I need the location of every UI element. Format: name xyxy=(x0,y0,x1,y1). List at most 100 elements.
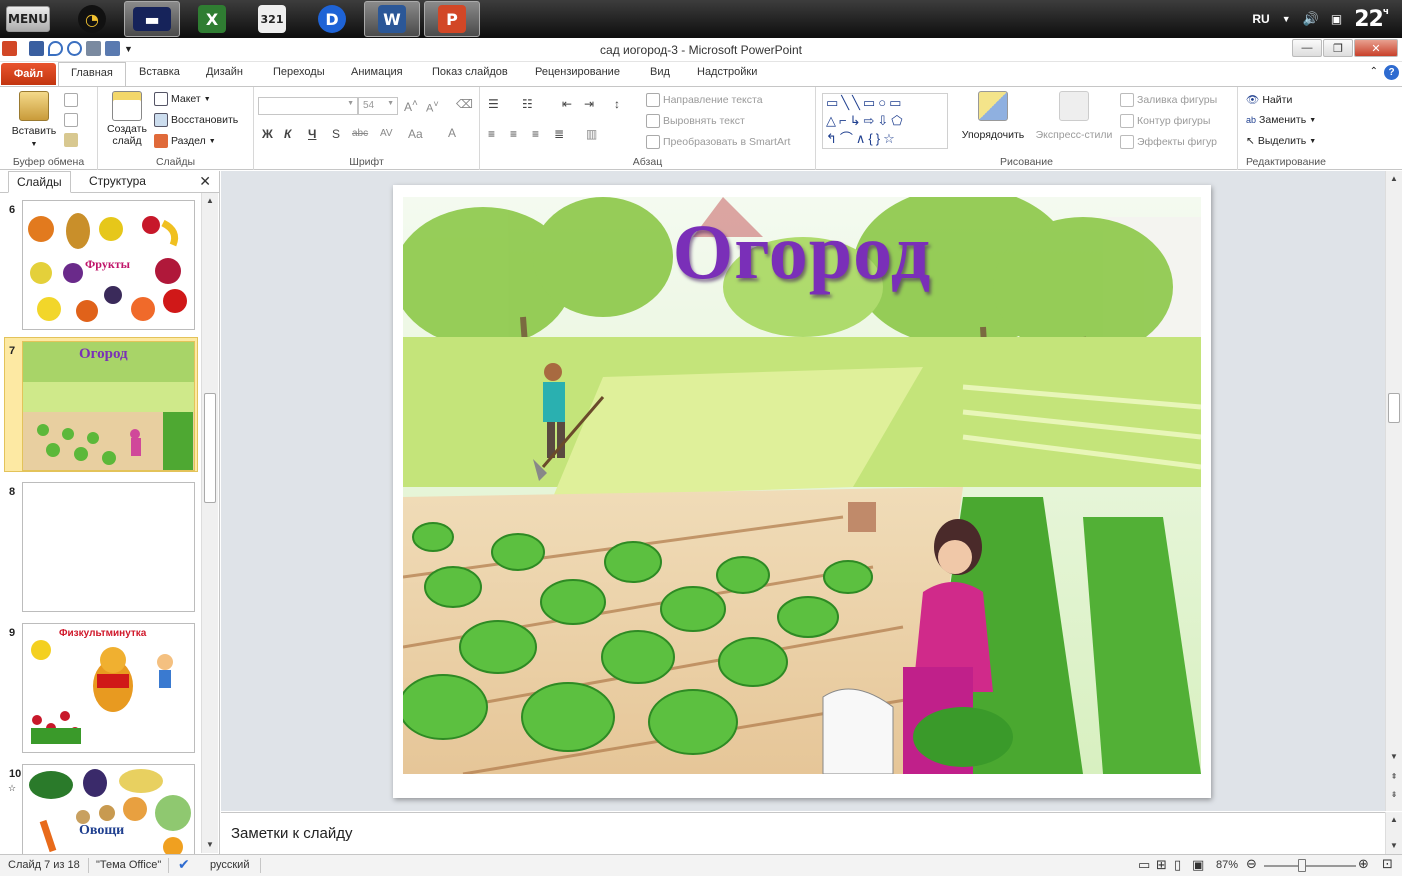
volume-icon[interactable]: 🔊 xyxy=(1303,11,1319,27)
slide-sorter-icon[interactable]: ⊞ xyxy=(1156,857,1167,873)
scroll-up-icon[interactable]: ▲ xyxy=(1386,812,1402,828)
slide-thumbnail-6[interactable]: Фрукты xyxy=(22,200,195,330)
help-icon[interactable]: ? xyxy=(1384,65,1399,80)
tab-slideshow[interactable]: Показ слайдов xyxy=(432,66,508,78)
numbering-icon[interactable]: ☷ xyxy=(522,97,533,111)
shadow-button[interactable]: S xyxy=(332,127,340,141)
text-direction-button[interactable]: Направление текста xyxy=(646,93,763,107)
scroll-down-icon[interactable]: ▼ xyxy=(202,837,218,853)
current-slide[interactable]: Огород xyxy=(393,185,1211,798)
grow-font-icon[interactable]: A˄ xyxy=(404,98,418,114)
canvas-scrollbar[interactable]: ▲ ▼ ⇞ ⇟ xyxy=(1385,171,1402,811)
taskbar-app-word[interactable]: W xyxy=(364,1,420,37)
tab-home[interactable]: Главная xyxy=(58,62,126,87)
shrink-font-icon[interactable]: A˅ xyxy=(426,99,439,115)
restore-button[interactable]: ❐ xyxy=(1323,39,1353,57)
scroll-up-icon[interactable]: ▲ xyxy=(1386,171,1402,187)
next-slide-icon[interactable]: ⇟ xyxy=(1386,787,1402,803)
notes-scrollbar[interactable]: ▲ ▼ xyxy=(1385,812,1402,854)
language-indicator[interactable]: RU xyxy=(1252,12,1269,26)
collapse-ribbon-icon[interactable]: ⌃ xyxy=(1370,66,1378,77)
language-status[interactable]: русский xyxy=(210,859,249,871)
zoom-out-icon[interactable]: ⊖ xyxy=(1246,856,1257,872)
clear-format-icon[interactable]: ⌫ xyxy=(456,97,473,111)
font-color-button[interactable]: A xyxy=(448,126,456,140)
zoom-in-icon[interactable]: ⊕ xyxy=(1358,856,1369,872)
tab-outline[interactable]: Структура xyxy=(89,174,146,188)
spellcheck-icon[interactable]: ✔ xyxy=(178,856,190,873)
fit-to-window-icon[interactable]: ⊡ xyxy=(1382,856,1393,872)
font-family-combo[interactable]: ▼ xyxy=(258,97,358,115)
paste-button[interactable]: Вставить ▼ xyxy=(6,91,62,149)
garden-picture[interactable]: Огород xyxy=(403,197,1201,774)
char-spacing-button[interactable]: AV xyxy=(380,128,393,139)
align-text-button[interactable]: Выровнять текст xyxy=(646,114,745,128)
close-button[interactable]: ✕ xyxy=(1354,39,1398,57)
taskbar-app-powerpoint[interactable]: P xyxy=(424,1,480,37)
tab-review[interactable]: Рецензирование xyxy=(535,66,620,78)
align-center-icon[interactable]: ≡ xyxy=(510,127,517,141)
font-size-combo[interactable]: 54 ▼ xyxy=(358,97,398,115)
underline-button[interactable]: Ч xyxy=(308,127,316,141)
tray-arrow-icon[interactable]: ▼ xyxy=(1282,14,1291,24)
columns-icon[interactable]: ▥ xyxy=(586,127,597,141)
scroll-thumb[interactable] xyxy=(1388,393,1400,423)
change-case-button[interactable]: Aa xyxy=(408,127,423,141)
replace-button[interactable]: ab Заменить ▼ xyxy=(1246,114,1316,126)
reading-view-icon[interactable]: ▯ xyxy=(1174,857,1181,873)
minimize-button[interactable]: — xyxy=(1292,39,1322,57)
taskbar-app-countdown[interactable]: 321 xyxy=(244,1,300,37)
format-painter-icon[interactable] xyxy=(64,133,78,147)
taskbar-app-monitor[interactable]: ▬ xyxy=(124,1,180,37)
align-left-icon[interactable]: ≡ xyxy=(488,127,495,141)
slides-pane-scrollbar[interactable]: ▲ ▼ xyxy=(201,193,218,853)
cut-icon[interactable] xyxy=(64,93,78,107)
normal-view-icon[interactable]: ▭ xyxy=(1138,857,1150,873)
tab-insert[interactable]: Вставка xyxy=(139,66,180,78)
previous-slide-icon[interactable]: ⇞ xyxy=(1386,769,1402,785)
slide-thumbnail-9[interactable]: Физкультминутка xyxy=(22,623,195,753)
arrange-button[interactable]: Упорядочить xyxy=(956,91,1030,141)
align-right-icon[interactable]: ≡ xyxy=(532,127,539,141)
tab-view[interactable]: Вид xyxy=(650,66,670,78)
smartart-button[interactable]: Преобразовать в SmartArt xyxy=(646,135,790,149)
shapes-gallery[interactable]: ▭╲╲▭○▭ △⌐↳⇨⇩⬠ ↰⌒∧{}☆ xyxy=(822,93,948,149)
theme-name[interactable]: "Тема Office" xyxy=(96,859,161,871)
slide-thumbnail-8[interactable] xyxy=(22,482,195,612)
clock[interactable]: 22ч xyxy=(1354,7,1389,32)
tab-transitions[interactable]: Переходы xyxy=(273,66,325,78)
zoom-slider-handle[interactable] xyxy=(1298,859,1306,872)
scroll-down-icon[interactable]: ▼ xyxy=(1386,749,1402,765)
slide-thumbnail-7[interactable]: Огород xyxy=(22,341,195,471)
decrease-indent-icon[interactable]: ⇤ xyxy=(562,97,572,111)
select-button[interactable]: ↖ Выделить ▼ xyxy=(1246,135,1316,147)
tab-animation[interactable]: Анимация xyxy=(351,66,403,78)
scroll-thumb[interactable] xyxy=(204,393,216,503)
zoom-slider[interactable] xyxy=(1264,865,1356,867)
line-spacing-icon[interactable]: ↕ xyxy=(614,97,620,111)
bullets-icon[interactable]: ☰ xyxy=(488,97,499,111)
network-icon[interactable]: ▣ xyxy=(1331,12,1342,26)
section-button[interactable]: Раздел ▼ xyxy=(154,134,216,148)
scroll-up-icon[interactable]: ▲ xyxy=(202,193,218,209)
find-button[interactable]: 👁 Найти xyxy=(1246,93,1292,107)
tab-file[interactable]: Файл xyxy=(1,63,56,85)
layout-button[interactable]: Макет ▼ xyxy=(154,92,211,106)
slideshow-view-icon[interactable]: ▣ xyxy=(1192,857,1204,873)
taskbar-app-excel[interactable]: X xyxy=(184,1,240,37)
shape-fill-button[interactable]: Заливка фигуры xyxy=(1120,93,1217,107)
slide-title[interactable]: Огород xyxy=(403,207,1201,297)
scroll-down-icon[interactable]: ▼ xyxy=(1386,838,1402,854)
bold-button[interactable]: Ж xyxy=(262,127,273,141)
italic-button[interactable]: К xyxy=(284,127,291,141)
strikethrough-button[interactable]: abc xyxy=(352,128,368,139)
start-menu-button[interactable]: MENU xyxy=(6,6,50,32)
tab-addins[interactable]: Надстройки xyxy=(697,66,757,78)
reset-button[interactable]: Восстановить xyxy=(154,113,238,127)
taskbar-app-player[interactable]: D xyxy=(304,1,360,37)
new-slide-button[interactable]: Создать слайд xyxy=(104,91,150,147)
taskbar-app-disc[interactable]: ◔ xyxy=(64,1,120,37)
close-pane-icon[interactable]: ✕ xyxy=(199,173,211,190)
increase-indent-icon[interactable]: ⇥ xyxy=(584,97,594,111)
notes-placeholder[interactable]: Заметки к слайду xyxy=(231,825,353,842)
